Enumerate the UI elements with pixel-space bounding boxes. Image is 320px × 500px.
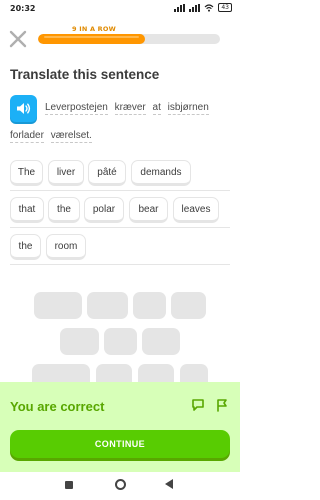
wifi-icon [204, 3, 214, 12]
prompt-word[interactable]: forlader [10, 130, 44, 143]
word-bank-slot [87, 292, 128, 319]
status-icons: 43 [174, 3, 232, 12]
answer-tile[interactable]: that [10, 197, 44, 223]
answer-tile[interactable]: pâté [88, 160, 126, 186]
system-nav-bar [0, 472, 240, 500]
nav-recents-icon[interactable] [65, 481, 73, 489]
answer-tile[interactable]: room [46, 234, 86, 260]
close-button[interactable] [9, 30, 27, 48]
answer-tile[interactable]: The [10, 160, 43, 186]
continue-button[interactable]: CONTINUE [10, 430, 230, 458]
answer-tile[interactable]: the [10, 234, 41, 260]
word-bank-slot [104, 328, 137, 355]
nav-back-icon[interactable] [165, 479, 173, 489]
word-bank-slot [34, 292, 82, 319]
status-time: 20:32 [10, 4, 36, 13]
signal-icon [174, 3, 186, 12]
feedback-panel: You are correct CONTINUE [0, 382, 240, 472]
prompt-word[interactable]: Leverpostejen [45, 102, 108, 115]
flag-icon [217, 399, 227, 412]
word-bank-slot [142, 328, 180, 355]
answer-tile[interactable]: leaves [173, 197, 219, 223]
feedback-message: You are correct [10, 399, 105, 414]
speaker-button[interactable] [10, 95, 37, 122]
word-bank-slot [133, 292, 166, 319]
signal-icon-2 [189, 3, 201, 12]
report-button[interactable] [215, 397, 229, 412]
answer-tile[interactable]: liver [48, 160, 84, 186]
streak-label: 9 IN A ROW [72, 25, 116, 33]
prompt-word[interactable]: isbjørnen [167, 102, 209, 115]
prompt-sentence-line-2: forlader værelset. [10, 130, 96, 143]
prompt-word[interactable]: kræver [114, 102, 146, 115]
page-title: Translate this sentence [10, 67, 160, 82]
status-bar: 20:32 43 [0, 0, 240, 18]
word-bank-slot [60, 328, 99, 355]
speaker-icon [17, 103, 31, 114]
nav-home-icon[interactable] [115, 479, 126, 490]
answer-line [10, 264, 230, 265]
answer-line [10, 227, 230, 228]
lesson-progress-bar [38, 34, 220, 44]
comment-icon [192, 399, 204, 411]
comment-button[interactable] [191, 397, 205, 411]
answer-tile[interactable]: polar [84, 197, 124, 223]
answer-tile[interactable]: demands [131, 160, 191, 186]
answer-tile[interactable]: the [48, 197, 80, 223]
close-icon [9, 30, 27, 48]
answer-tile[interactable]: bear [129, 197, 168, 223]
answer-line [10, 190, 230, 191]
prompt-sentence-line-1: Leverpostejen kræver at isbjørnen [45, 102, 213, 115]
battery-icon: 43 [218, 3, 232, 12]
word-bank-slot [171, 292, 206, 319]
lesson-progress-fill [38, 34, 146, 44]
prompt-word[interactable]: at [152, 102, 161, 115]
prompt-word[interactable]: værelset. [50, 130, 92, 143]
